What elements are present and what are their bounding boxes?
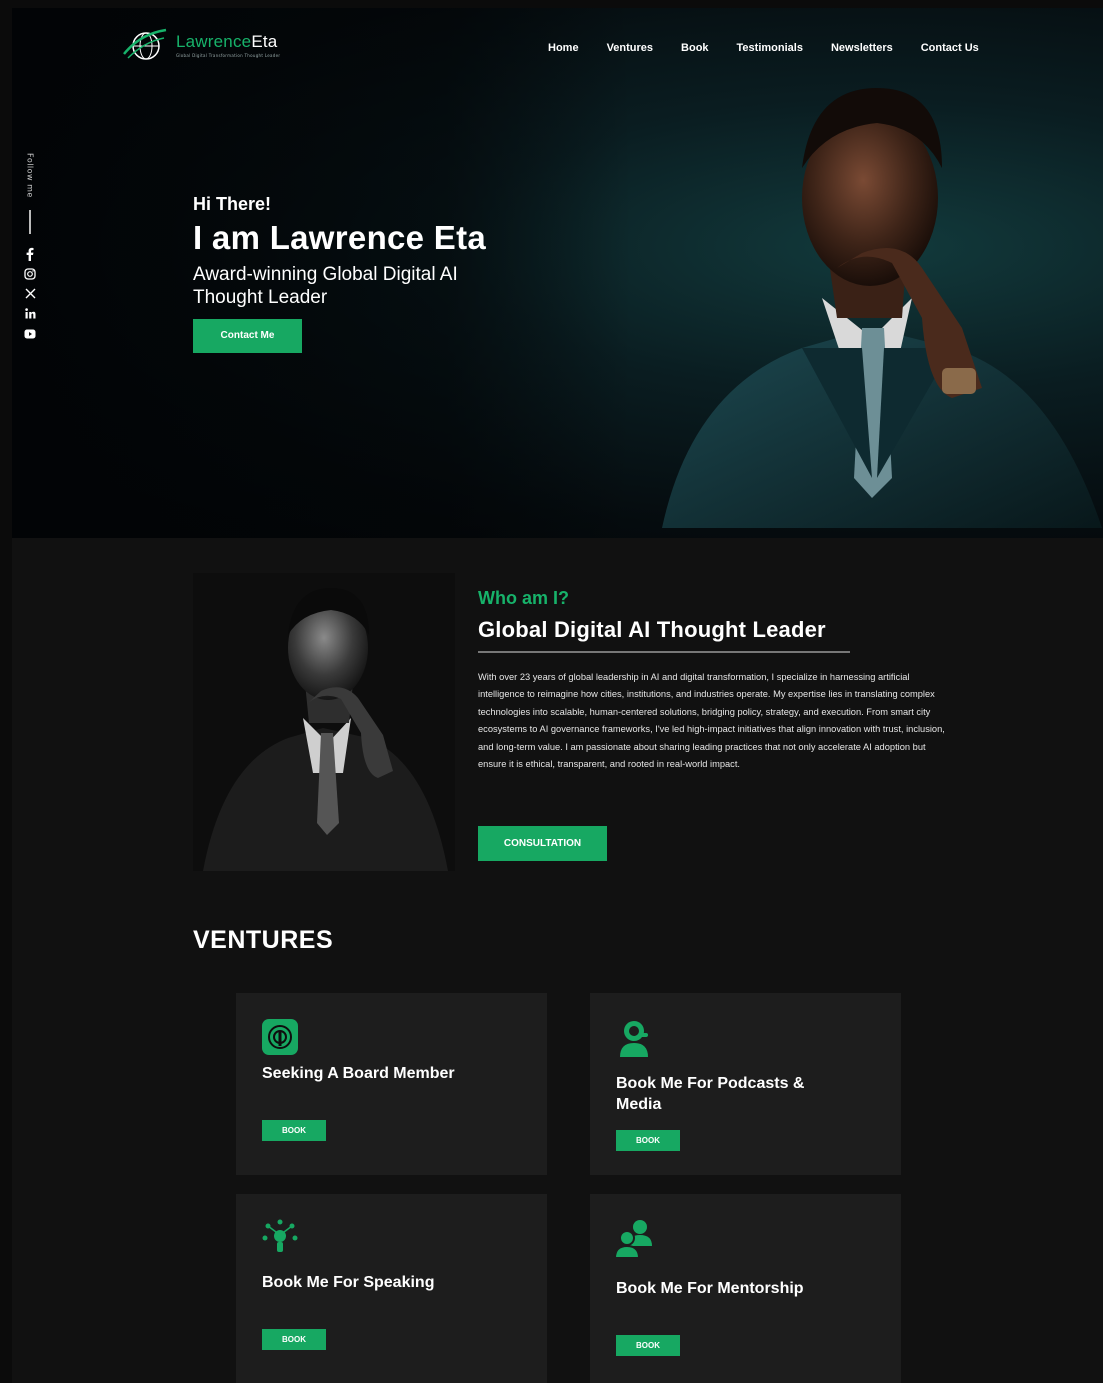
about-divider <box>478 651 850 653</box>
nav-home[interactable]: Home <box>548 42 579 54</box>
page: LawrenceEta Global Digital Transformatio… <box>12 8 1103 1383</box>
hero-greeting: Hi There! <box>193 194 272 214</box>
ventures-title: VENTURES <box>193 926 334 954</box>
hero-text: Hi There! I am Lawrence Eta Award-winnin… <box>193 194 593 309</box>
podcast-icon <box>620 1021 648 1057</box>
venture-card-speaking: Book Me For Speaking BOOK <box>236 1194 547 1383</box>
hero-heading: I am Lawrence Eta <box>193 219 487 256</box>
hero-subtitle: Award-winning Global Digital AI Thought … <box>193 264 458 308</box>
hero-section: LawrenceEta Global Digital Transformatio… <box>12 8 1103 538</box>
book-podcasts-button[interactable]: BOOK <box>616 1130 680 1151</box>
nav-ventures[interactable]: Ventures <box>607 42 653 54</box>
about-body: With over 23 years of global leadership … <box>478 672 945 770</box>
venture-card-podcasts: Book Me For Podcasts & Media BOOK <box>590 993 901 1175</box>
speaking-icon <box>262 1219 298 1252</box>
instagram-icon[interactable] <box>22 266 38 282</box>
logo-name-last: Eta <box>251 32 278 51</box>
youtube-icon[interactable] <box>22 326 38 342</box>
venture-card-title: Seeking A Board Member <box>262 1065 455 1082</box>
venture-card-title: Book Me For Mentorship <box>616 1280 804 1297</box>
linkedin-icon[interactable] <box>22 306 38 322</box>
consultation-button[interactable]: CONSULTATION <box>478 826 607 861</box>
contact-me-button[interactable]: Contact Me <box>193 319 302 353</box>
nav-testimonials[interactable]: Testimonials <box>737 42 803 54</box>
main-nav: Home Ventures Book Testimonials Newslett… <box>548 42 979 54</box>
book-speaking-button[interactable]: BOOK <box>262 1329 326 1350</box>
venture-card-title: Book Me For Podcasts & Media <box>616 1075 805 1113</box>
logo-text: LawrenceEta Global Digital Transformatio… <box>176 32 280 58</box>
follow-label: Follow me <box>25 153 35 198</box>
follow-divider <box>29 209 31 234</box>
nav-newsletters[interactable]: Newsletters <box>831 42 893 54</box>
about-title: Global Digital AI Thought Leader <box>478 617 826 642</box>
venture-card-board: Seeking A Board Member BOOK <box>236 993 547 1175</box>
facebook-icon[interactable] <box>22 246 38 262</box>
book-board-button[interactable]: BOOK <box>262 1120 326 1141</box>
logo-name-first: Lawrence <box>176 32 252 51</box>
venture-card-title: Book Me For Speaking <box>262 1274 435 1291</box>
venture-card-mentorship: Book Me For Mentorship BOOK <box>590 1194 901 1383</box>
hero-portrait-image <box>662 88 1102 528</box>
mentorship-icon <box>614 1220 652 1258</box>
x-icon[interactable] <box>22 286 38 302</box>
logo-tagline: Global Digital Transformation Thought Le… <box>176 53 281 58</box>
about-portrait-image <box>193 573 455 871</box>
nav-contact-us[interactable]: Contact Us <box>921 42 979 54</box>
logo-name: LawrenceEta <box>176 32 280 52</box>
book-mentorship-button[interactable]: BOOK <box>616 1335 680 1356</box>
about-eyebrow: Who am I? <box>478 588 569 608</box>
logo-globe-icon <box>123 28 167 60</box>
site-logo[interactable]: LawrenceEta Global Digital Transformatio… <box>120 24 280 66</box>
nav-book[interactable]: Book <box>681 42 709 54</box>
board-icon <box>262 1019 298 1055</box>
about-section: Who am I? Global Digital AI Thought Lead… <box>478 588 953 773</box>
social-sidebar: Follow me <box>21 153 39 344</box>
